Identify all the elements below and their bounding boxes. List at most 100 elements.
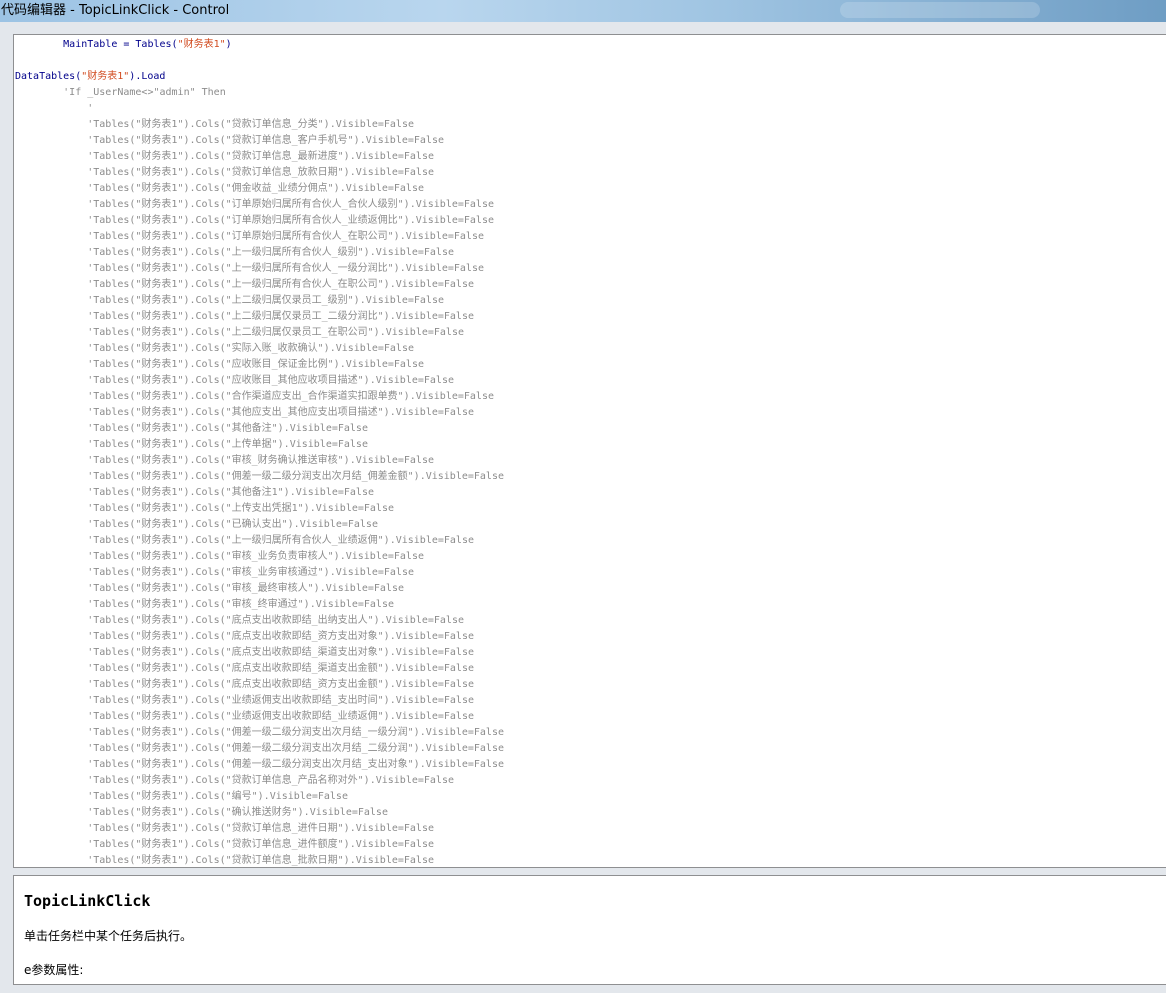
code-comment: 'If _UserName<>"admin" Then [15, 87, 226, 98]
window-title: 代码编辑器 - TopicLinkClick - Control [1, 3, 230, 18]
code-comment: 'Tables("财务表1").Cols("上一级归属所有合伙人_一级分润比")… [15, 263, 484, 274]
code-line: 'Tables("财务表1").Cols("贷款订单信息_分类").Visibl… [15, 117, 504, 133]
code-comment: 'Tables("财务表1").Cols("其他备注1").Visible=Fa… [15, 487, 374, 498]
code-line: 'Tables("财务表1").Cols("订单原始归属所有合伙人_合伙人级别"… [15, 197, 504, 213]
code-comment: 'Tables("财务表1").Cols("审核_财务确认推送审核").Visi… [15, 455, 434, 466]
code-keyword: DataTables( [15, 71, 82, 82]
code-line: 'Tables("财务表1").Cols("佣差一级二级分润支出次月结_佣差金额… [15, 469, 504, 485]
code-comment: 'Tables("财务表1").Cols("编号").Visible=False [15, 791, 348, 802]
help-description: 单击任务栏中某个任务后执行。 [24, 929, 193, 943]
code-comment: 'Tables("财务表1").Cols("其他备注").Visible=Fal… [15, 423, 368, 434]
code-comment: 'Tables("财务表1").Cols("确认推送财务").Visible=F… [15, 807, 388, 818]
code-comment: 'Tables("财务表1").Cols("上传支出凭据1").Visible=… [15, 503, 394, 514]
code-string: "财务表1" [81, 71, 130, 82]
code-comment: 'Tables("财务表1").Cols("底点支出收款即结_资方支出对象").… [15, 631, 474, 642]
code-line: 'Tables("财务表1").Cols("其他备注").Visible=Fal… [15, 421, 504, 437]
code-line: 'Tables("财务表1").Cols("编号").Visible=False [15, 789, 504, 805]
code-comment: 'Tables("财务表1").Cols("审核_最终审核人").Visible… [15, 583, 404, 594]
code-comment: 'Tables("财务表1").Cols("贷款订单信息_批款日期").Visi… [15, 855, 434, 866]
code-comment: ' [15, 103, 94, 114]
code-line: 'Tables("财务表1").Cols("上传支出凭据1").Visible=… [15, 501, 504, 517]
code-line: ' [15, 101, 504, 117]
code-comment: 'Tables("财务表1").Cols("佣差一级二级分润支出次月结_一级分润… [15, 727, 504, 738]
code-line: 'Tables("财务表1").Cols("审核_最终审核人").Visible… [15, 581, 504, 597]
help-param-heading: e参数属性: [24, 963, 84, 977]
code-line: 'Tables("财务表1").Cols("审核_业务负责审核人").Visib… [15, 549, 504, 565]
code-editor[interactable]: MainTable = Tables("财务表1") DataTables("财务… [13, 34, 1166, 868]
code-line: 'Tables("财务表1").Cols("贷款订单信息_放款日期").Visi… [15, 165, 504, 181]
code-line: 'Tables("财务表1").Cols("已确认支出").Visible=Fa… [15, 517, 504, 533]
code-line: 'Tables("财务表1").Cols("其他应支出_其他应支出项目描述").… [15, 405, 504, 421]
code-line: DataTables("财务表1").Load [15, 69, 504, 85]
code-comment: 'Tables("财务表1").Cols("底点支出收款即结_资方支出金额").… [15, 679, 474, 690]
code-comment: 'Tables("财务表1").Cols("上一级归属所有合伙人_级别").Vi… [15, 247, 454, 258]
code-comment: 'Tables("财务表1").Cols("上一级归属所有合伙人_业绩返佣").… [15, 535, 474, 546]
code-comment: 'Tables("财务表1").Cols("上二级归属仅录员工_在职公司").V… [15, 327, 464, 338]
code-comment: 'Tables("财务表1").Cols("订单原始归属所有合伙人_在职公司")… [15, 231, 484, 242]
code-line: 'Tables("财务表1").Cols("底点支出收款即结_出纳支出人").V… [15, 613, 504, 629]
code-comment: 'Tables("财务表1").Cols("审核_终审通过").Visible=… [15, 599, 394, 610]
code-comment: 'Tables("财务表1").Cols("佣差一级二级分润支出次月结_支出对象… [15, 759, 504, 770]
code-comment: 'Tables("财务表1").Cols("业绩返佣支出收款即结_支出时间").… [15, 695, 474, 706]
code-line: MainTable = Tables("财务表1") [15, 37, 504, 53]
code-keyword: ).Load [129, 71, 166, 82]
code-keyword: MainTable = Tables( [15, 39, 178, 50]
code-comment: 'Tables("财务表1").Cols("应收账目_其他应收项目描述").Vi… [15, 375, 454, 386]
code-comment: 'Tables("财务表1").Cols("上一级归属所有合伙人_在职公司").… [15, 279, 474, 290]
code-line: 'Tables("财务表1").Cols("底点支出收款即结_渠道支出金额").… [15, 661, 504, 677]
code-line: 'Tables("财务表1").Cols("上一级归属所有合伙人_一级分润比")… [15, 261, 504, 277]
code-comment: 'Tables("财务表1").Cols("底点支出收款即结_渠道支出金额").… [15, 663, 474, 674]
code-text[interactable]: MainTable = Tables("财务表1") DataTables("财务… [15, 37, 504, 867]
code-line: 'Tables("财务表1").Cols("贷款订单信息_进件额度").Visi… [15, 837, 504, 853]
code-line: 'Tables("财务表1").Cols("上二级归属仅录员工_二级分润比").… [15, 309, 504, 325]
code-comment: 'Tables("财务表1").Cols("已确认支出").Visible=Fa… [15, 519, 378, 530]
code-comment: 'Tables("财务表1").Cols("应收账目_保证金比例").Visib… [15, 359, 424, 370]
code-line: 'Tables("财务表1").Cols("底点支出收款即结_资方支出金额").… [15, 677, 504, 693]
code-keyword: ) [225, 39, 232, 50]
code-line: 'Tables("财务表1").Cols("上一级归属所有合伙人_业绩返佣").… [15, 533, 504, 549]
code-line: 'Tables("财务表1").Cols("业绩返佣支出收款即结_支出时间").… [15, 693, 504, 709]
code-line: 'Tables("财务表1").Cols("上传单据").Visible=Fal… [15, 437, 504, 453]
code-line: 'Tables("财务表1").Cols("佣差一级二级分润支出次月结_支出对象… [15, 757, 504, 773]
code-line: 'Tables("财务表1").Cols("其他备注1").Visible=Fa… [15, 485, 504, 501]
code-comment: 'Tables("财务表1").Cols("贷款订单信息_进件日期").Visi… [15, 823, 434, 834]
code-comment: 'Tables("财务表1").Cols("上传单据").Visible=Fal… [15, 439, 368, 450]
code-comment: 'Tables("财务表1").Cols("贷款订单信息_产品名称对外").Vi… [15, 775, 454, 786]
code-line: 'Tables("财务表1").Cols("应收账目_其他应收项目描述").Vi… [15, 373, 504, 389]
code-line: 'Tables("财务表1").Cols("上二级归属仅录员工_级别").Vis… [15, 293, 504, 309]
code-comment: 'Tables("财务表1").Cols("贷款订单信息_客户手机号").Vis… [15, 135, 444, 146]
code-comment: 'Tables("财务表1").Cols("业绩返佣支出收款即结_业绩返佣").… [15, 711, 474, 722]
code-comment: 'Tables("财务表1").Cols("订单原始归属所有合伙人_合伙人级别"… [15, 199, 494, 210]
code-comment: 'Tables("财务表1").Cols("订单原始归属所有合伙人_业绩返佣比"… [15, 215, 494, 226]
code-comment: 'Tables("财务表1").Cols("上二级归属仅录员工_级别").Vis… [15, 295, 444, 306]
code-line: 'Tables("财务表1").Cols("贷款订单信息_批款日期").Visi… [15, 853, 504, 867]
code-comment: 'Tables("财务表1").Cols("其他应支出_其他应支出项目描述").… [15, 407, 474, 418]
code-line: 'Tables("财务表1").Cols("审核_终审通过").Visible=… [15, 597, 504, 613]
code-line: 'Tables("财务表1").Cols("订单原始归属所有合伙人_在职公司")… [15, 229, 504, 245]
code-line: 'Tables("财务表1").Cols("底点支出收款即结_渠道支出对象").… [15, 645, 504, 661]
code-line: 'Tables("财务表1").Cols("上二级归属仅录员工_在职公司").V… [15, 325, 504, 341]
code-comment: 'Tables("财务表1").Cols("上二级归属仅录员工_二级分润比").… [15, 311, 474, 322]
code-comment: 'Tables("财务表1").Cols("贷款订单信息_最新进度").Visi… [15, 151, 434, 162]
code-line: 'Tables("财务表1").Cols("佣差一级二级分润支出次月结_一级分润… [15, 725, 504, 741]
code-comment: 'Tables("财务表1").Cols("佣差一级二级分润支出次月结_二级分润… [15, 743, 504, 754]
code-line: 'Tables("财务表1").Cols("贷款订单信息_进件日期").Visi… [15, 821, 504, 837]
help-panel: TopicLinkClick 单击任务栏中某个任务后执行。 e参数属性: [13, 875, 1166, 985]
code-line: 'Tables("财务表1").Cols("贷款订单信息_客户手机号").Vis… [15, 133, 504, 149]
code-comment: 'Tables("财务表1").Cols("合作渠道应支出_合作渠道实扣跟单费"… [15, 391, 494, 402]
code-string: "财务表1" [177, 39, 226, 50]
window-titlebar[interactable]: 代码编辑器 - TopicLinkClick - Control [0, 0, 1166, 22]
code-comment: 'Tables("财务表1").Cols("佣金收益_业绩分佣点").Visib… [15, 183, 424, 194]
code-line: 'Tables("财务表1").Cols("上一级归属所有合伙人_在职公司").… [15, 277, 504, 293]
code-line: 'Tables("财务表1").Cols("确认推送财务").Visible=F… [15, 805, 504, 821]
code-line: 'Tables("财务表1").Cols("业绩返佣支出收款即结_业绩返佣").… [15, 709, 504, 725]
code-line: 'If _UserName<>"admin" Then [15, 85, 504, 101]
code-line: 'Tables("财务表1").Cols("审核_财务确认推送审核").Visi… [15, 453, 504, 469]
titlebar-glow [840, 2, 1040, 18]
code-line: 'Tables("财务表1").Cols("应收账目_保证金比例").Visib… [15, 357, 504, 373]
code-line: 'Tables("财务表1").Cols("佣差一级二级分润支出次月结_二级分润… [15, 741, 504, 757]
code-comment: 'Tables("财务表1").Cols("实际入账_收款确认").Visibl… [15, 343, 414, 354]
code-comment: 'Tables("财务表1").Cols("贷款订单信息_进件额度").Visi… [15, 839, 434, 850]
code-line: 'Tables("财务表1").Cols("审核_业务审核通过").Visibl… [15, 565, 504, 581]
